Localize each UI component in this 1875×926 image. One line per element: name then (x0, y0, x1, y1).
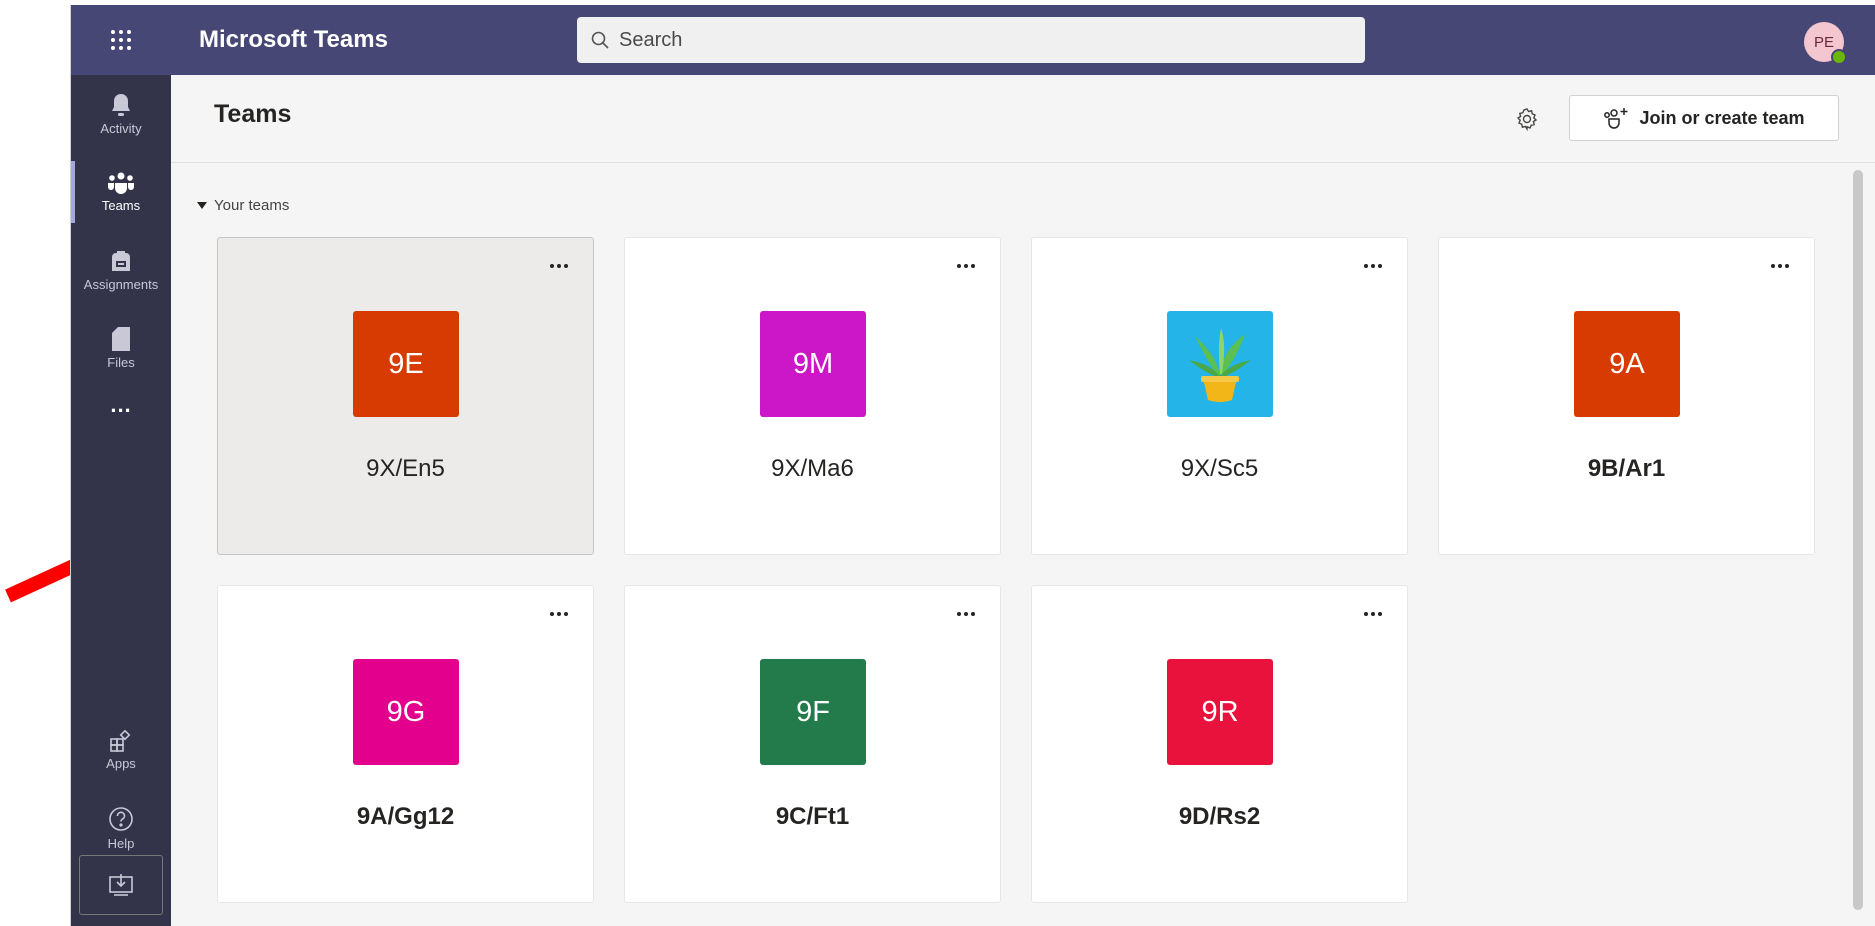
team-name: 9X/Sc5 (1180, 455, 1259, 482)
more-options-icon[interactable] (543, 256, 575, 276)
rail-label: Help (107, 835, 135, 851)
search-input[interactable]: Search (577, 17, 1365, 63)
your-teams-section-toggle[interactable]: Your teams (197, 197, 289, 214)
add-team-icon (1604, 108, 1628, 129)
rail-label: Teams (101, 197, 141, 213)
avatar-initials: PE (1813, 33, 1834, 51)
gear-icon (1516, 108, 1538, 131)
bell-icon (112, 93, 130, 116)
download-button[interactable] (79, 855, 163, 915)
join-label: Join or create team (1639, 107, 1805, 128)
team-tile: 9G (353, 659, 459, 765)
more-icon: ... (110, 392, 132, 417)
teams-icon (108, 172, 134, 194)
more-options-icon[interactable] (1357, 604, 1389, 624)
team-card[interactable]: 9E 9X/En5 (217, 237, 594, 555)
team-tile: 9F (760, 659, 866, 765)
caret-down-icon (197, 201, 207, 209)
rail-label: Apps (106, 755, 136, 771)
app-title: Microsoft Teams (199, 26, 388, 53)
rail-item-teams[interactable]: Teams (71, 153, 171, 231)
more-options-icon[interactable] (1357, 256, 1389, 276)
file-icon (112, 326, 130, 351)
settings-button[interactable] (1511, 103, 1543, 135)
rail-item-assignments[interactable]: Assignments (71, 231, 171, 309)
team-name: 9B/Ar1 (1587, 455, 1666, 482)
rail-item-apps[interactable]: Apps (71, 711, 171, 789)
team-tile: 9R (1167, 659, 1273, 765)
more-options-icon[interactable] (950, 604, 982, 624)
section-label: Your teams (214, 197, 290, 214)
page-header: Teams Join or create team (171, 75, 1875, 163)
more-options-icon[interactable] (1764, 256, 1796, 276)
team-tile: 9E (353, 311, 459, 417)
download-icon (109, 874, 133, 896)
teams-window: Microsoft Teams Search PE Activity Teams (70, 5, 1875, 926)
search-icon (591, 31, 609, 49)
team-tile: 9M (760, 311, 866, 417)
rail-label: Assignments (83, 276, 159, 292)
team-name: 9X/Ma6 (771, 455, 854, 482)
help-icon (109, 806, 133, 831)
top-bar: Microsoft Teams Search PE (71, 5, 1875, 75)
app-launcher-icon[interactable] (71, 5, 171, 75)
team-name: 9C/Ft1 (775, 803, 850, 830)
team-tile (1167, 311, 1273, 417)
search-placeholder: Search (619, 28, 683, 51)
team-card[interactable]: 9A 9B/Ar1 (1438, 237, 1815, 555)
team-card[interactable]: 9F 9C/Ft1 (624, 585, 1001, 903)
backpack-icon (112, 250, 130, 271)
more-options-icon[interactable] (950, 256, 982, 276)
more-options-icon[interactable] (543, 604, 575, 624)
team-card[interactable]: 9X/Sc5 (1031, 237, 1408, 555)
team-name: 9X/En5 (366, 455, 445, 482)
team-tile: 9A (1574, 311, 1680, 417)
team-name: 9A/Gg12 (356, 803, 455, 830)
presence-available-icon (1831, 49, 1847, 65)
vertical-scrollbar[interactable] (1853, 170, 1863, 910)
team-card[interactable]: 9M 9X/Ma6 (624, 237, 1001, 555)
rail-label: Activity (100, 120, 142, 136)
app-rail: Activity Teams Assignments Files ... App… (71, 75, 171, 926)
avatar[interactable]: PE (1804, 22, 1847, 65)
team-card[interactable]: 9G 9A/Gg12 (217, 585, 594, 903)
team-card[interactable]: 9R 9D/Rs2 (1031, 585, 1408, 903)
plant-icon (1189, 328, 1251, 402)
team-name: 9D/Rs2 (1178, 803, 1261, 830)
rail-label: Files (107, 354, 135, 370)
page-title: Teams (214, 100, 292, 128)
rail-item-activity[interactable]: Activity (71, 75, 171, 153)
apps-icon (110, 729, 131, 752)
rail-more-button[interactable]: ... (71, 375, 171, 435)
join-or-create-team-button[interactable]: Join or create team (1569, 95, 1839, 141)
main-pane: Teams Join or create team Your teams 9E (171, 75, 1875, 926)
